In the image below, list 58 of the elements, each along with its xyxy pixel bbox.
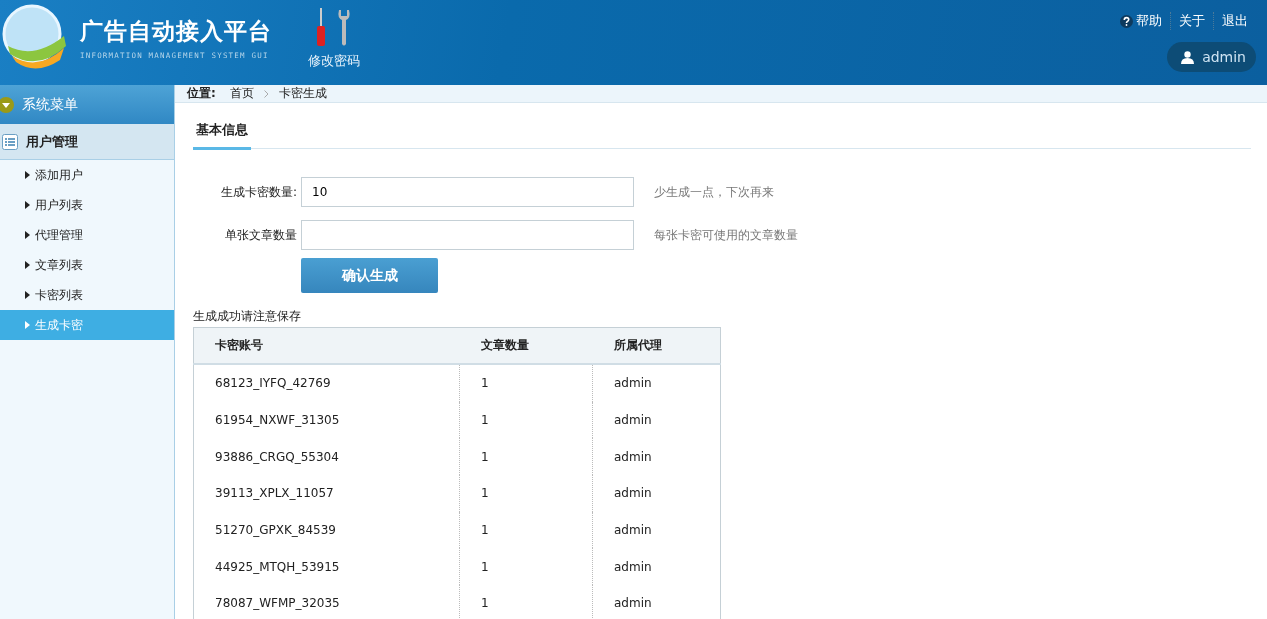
table-cell: 1 xyxy=(459,364,593,402)
column-header: 所属代理 xyxy=(592,327,721,364)
menu-group-header[interactable]: 用户管理 xyxy=(0,124,174,160)
table-cell: admin xyxy=(592,364,721,402)
triangle-icon xyxy=(25,171,30,179)
table-cell: 1 xyxy=(459,475,593,512)
chevron-icon xyxy=(263,89,269,98)
field-label: 单张文章数量 xyxy=(224,226,298,244)
breadcrumb-link[interactable]: 首页 xyxy=(229,85,254,102)
input-field[interactable]: 10 xyxy=(301,177,634,207)
column-header: 卡密账号 xyxy=(193,327,460,364)
field-hint: 少生成一点，下次再来 xyxy=(654,183,774,201)
field-hint: 每张卡密可使用的文章数量 xyxy=(654,226,798,244)
table-cell: 1 xyxy=(459,548,593,586)
header-link[interactable]: 退出 xyxy=(1213,12,1256,30)
triangle-icon xyxy=(25,261,30,269)
help-icon xyxy=(1120,14,1133,28)
sidebar-item[interactable]: 文章列表 xyxy=(0,250,174,280)
app-title: 广告自动接入平台 xyxy=(80,17,272,46)
user-icon xyxy=(1181,50,1195,64)
table-cell: admin xyxy=(592,475,721,512)
table-cell: 1 xyxy=(459,511,593,549)
sidebar-item[interactable]: 代理管理 xyxy=(0,220,174,250)
table-cell: admin xyxy=(592,585,721,619)
header-link[interactable]: 关于 xyxy=(1170,12,1213,30)
table-cell: 1 xyxy=(459,585,593,619)
triangle-icon xyxy=(25,201,30,209)
table-cell: 1 xyxy=(459,401,593,439)
table-cell: 68123_IYFQ_42769 xyxy=(193,364,460,402)
sidebar-item[interactable]: 添加用户 xyxy=(0,160,174,190)
table-cell: 39113_XPLX_11057 xyxy=(193,475,460,512)
table-cell: admin xyxy=(592,438,721,476)
breadcrumb-current: 卡密生成 xyxy=(278,85,327,102)
sidebar-title: 系统菜单 xyxy=(22,95,78,114)
triangle-icon xyxy=(25,291,30,299)
field-label: 生成卡密数量: xyxy=(219,183,298,201)
sidebar-item[interactable]: 用户列表 xyxy=(0,190,174,220)
change-password-link[interactable]: 修改密码 xyxy=(308,8,360,70)
user-badge[interactable]: admin xyxy=(1167,42,1256,72)
breadcrumb-label: 位置: xyxy=(187,85,216,102)
sidebar-item[interactable]: 卡密列表 xyxy=(0,280,174,310)
section-tab[interactable]: 基本信息 xyxy=(193,121,251,150)
triangle-icon xyxy=(25,321,30,329)
header-link[interactable]: 帮助 xyxy=(1112,12,1170,30)
triangle-icon xyxy=(25,231,30,239)
table-cell: admin xyxy=(592,401,721,439)
table-cell: 44925_MTQH_53915 xyxy=(193,548,460,586)
table-cell: 1 xyxy=(459,438,593,476)
column-header: 文章数量 xyxy=(459,327,593,364)
table-cell: admin xyxy=(592,511,721,549)
table-cell: 93886_CRGQ_55304 xyxy=(193,438,460,476)
table-cell: 51270_GPXK_84539 xyxy=(193,511,460,549)
table-cell: admin xyxy=(592,548,721,586)
result-note: 生成成功请注意保存 xyxy=(193,308,302,325)
table-cell: 78087_WFMP_32035 xyxy=(193,585,460,619)
list-icon xyxy=(2,133,18,150)
table-cell: 61954_NXWF_31305 xyxy=(193,401,460,439)
input-field[interactable] xyxy=(301,220,634,250)
